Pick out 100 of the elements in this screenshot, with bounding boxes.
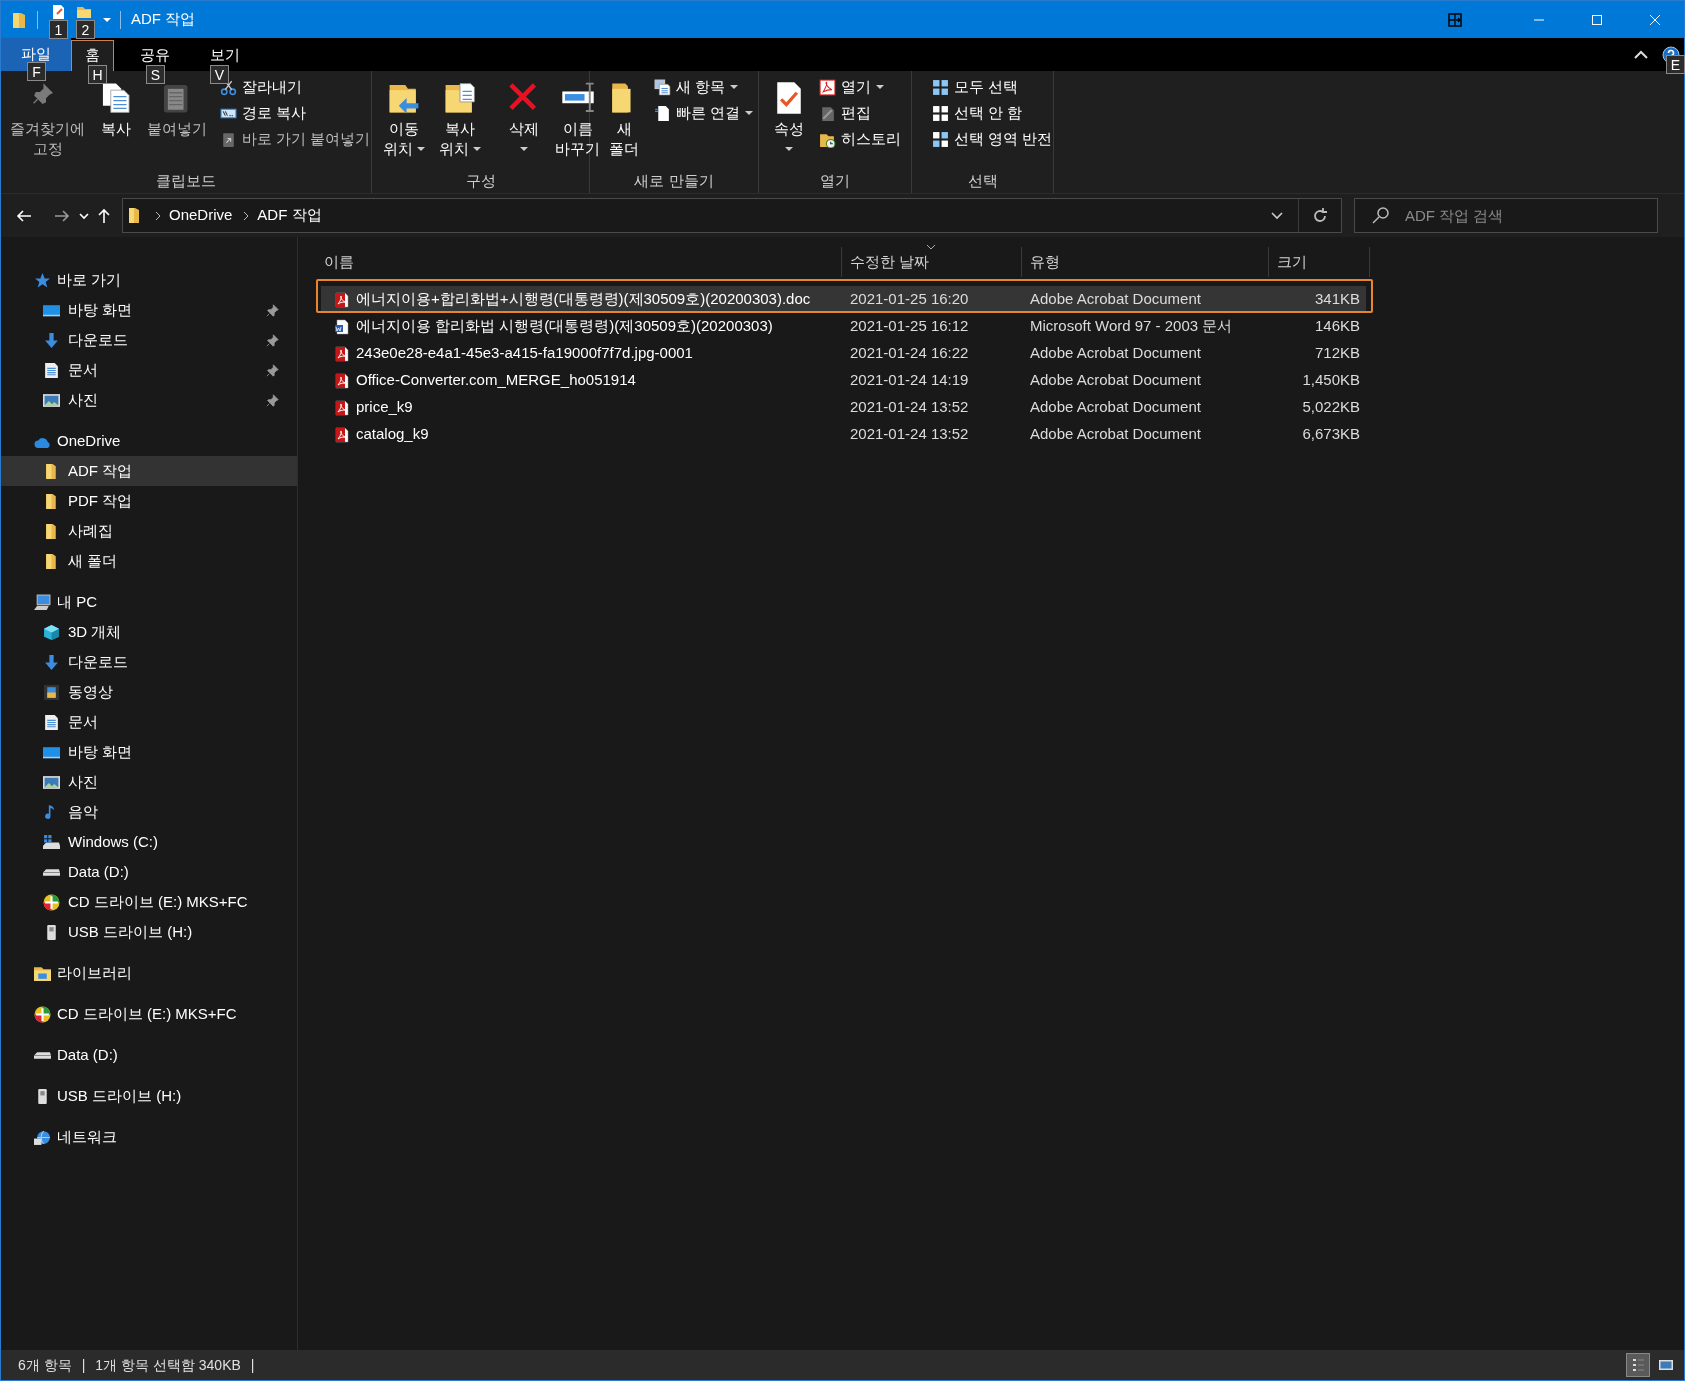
- breadcrumb-item[interactable]: OneDrive: [169, 204, 233, 227]
- library-folder-icon: [34, 964, 51, 982]
- file-row[interactable]: price_k9 2021-01-24 13:52 Adobe Acrobat Document 5,022KB: [321, 394, 1366, 421]
- invert-selection-icon: [932, 130, 949, 148]
- file-row[interactable]: 243e0e28-e4a1-45e3-a415-fa19000f7f7d.jpg-0001 2021-01-24 16:22 Adobe Acrobat Document 712KB: [321, 340, 1366, 367]
- ribbon-button[interactable]: 선택 안 함: [932, 100, 1053, 126]
- nav-item[interactable]: 음악: [1, 797, 297, 827]
- caret-icon: [745, 110, 754, 116]
- details-view-icon: [1630, 1357, 1646, 1373]
- ribbon-button[interactable]: 경로 복사: [220, 100, 371, 126]
- file-row[interactable]: catalog_k9 2021-01-24 13:52 Adobe Acrobat Document 6,673KB: [321, 421, 1366, 448]
- ribbon-button[interactable]: 삭제: [502, 71, 546, 159]
- select-all-icon: [932, 78, 949, 96]
- refresh-icon[interactable]: [1311, 206, 1329, 225]
- status-text: 1개 항목 선택함 340KB: [95, 1355, 241, 1375]
- file-date: 2021-01-24 13:52: [849, 424, 970, 445]
- nav-item[interactable]: 사진: [1, 385, 297, 415]
- page-icon: [654, 104, 671, 122]
- keytip-tooltip: 2: [76, 20, 95, 39]
- ribbon-button[interactable]: 모두 선택: [932, 74, 1053, 100]
- column-header[interactable]: 크기: [1269, 247, 1370, 277]
- column-header[interactable]: 수정한 날짜: [842, 247, 1022, 277]
- ribbon-button[interactable]: 속성: [767, 71, 811, 159]
- shortcut-paste-icon: [220, 130, 237, 148]
- column-header[interactable]: 이름: [316, 247, 842, 277]
- nav-item[interactable]: 다운로드: [1, 647, 297, 677]
- snap-layout-icon[interactable]: [1448, 12, 1462, 27]
- film-icon: [43, 683, 60, 701]
- file-row[interactable]: 에너지이용+합리화법+시행령(대통령령)(제30509호)(20200303).doc 2021-01-25 16:20 Adobe Acrobat Document 341KB: [321, 286, 1366, 313]
- file-size: 146KB: [1313, 316, 1360, 337]
- nav-item[interactable]: 바탕 화면: [1, 295, 297, 325]
- image-icon: [43, 391, 60, 409]
- nav-item[interactable]: 바탕 화면: [1, 737, 297, 767]
- nav-item[interactable]: PDF 작업: [1, 486, 297, 516]
- file-name: 에너지이용+합리화법+시행령(대통령령)(제30509호)(20200303).doc: [356, 289, 811, 310]
- keytip-tooltip: V: [210, 65, 229, 84]
- properties-icon[interactable]: [50, 4, 66, 20]
- rename-icon: [560, 81, 595, 115]
- nav-item[interactable]: Data (D:): [1, 1040, 297, 1070]
- address-field[interactable]: OneDrive ADF 작업: [122, 198, 1342, 233]
- nav-item[interactable]: ADF 작업: [1, 456, 297, 486]
- nav-item[interactable]: 사례집: [1, 516, 297, 546]
- search-field[interactable]: ADF 작업 검색: [1354, 198, 1658, 233]
- nav-item[interactable]: CD 드라이브 (E:) MKS+FC: [1, 887, 297, 917]
- ribbon-button[interactable]: 새 항목: [654, 74, 754, 100]
- nav-item[interactable]: 문서: [1, 707, 297, 737]
- collapse-ribbon-icon[interactable]: [1634, 49, 1648, 60]
- address-history-caret-icon[interactable]: [1270, 210, 1284, 221]
- ribbon-button[interactable]: 열기: [819, 74, 901, 100]
- breadcrumb-chevron-icon: [242, 210, 251, 221]
- ribbon-button[interactable]: 선택 영역 반전: [932, 126, 1053, 152]
- keytip-tooltip: F: [27, 62, 46, 81]
- nav-item[interactable]: 사진: [1, 767, 297, 797]
- nav-item[interactable]: 내 PC: [1, 587, 297, 617]
- up-arrow-icon[interactable]: [96, 207, 112, 224]
- file-size: 6,673KB: [1301, 424, 1360, 445]
- group-label: 선택: [966, 170, 999, 191]
- file-size: 1,450KB: [1301, 370, 1360, 391]
- file-type: Adobe Acrobat Document: [1029, 424, 1202, 445]
- column-header[interactable]: 유형: [1022, 247, 1269, 277]
- nav-item[interactable]: USB 드라이브 (H:): [1, 1081, 297, 1111]
- nav-item[interactable]: Windows (C:): [1, 827, 297, 857]
- caret-icon: [730, 84, 739, 90]
- pencil-page-icon: [819, 104, 836, 122]
- nav-item[interactable]: 바로 가기: [1, 265, 297, 295]
- ribbon-tab[interactable]: 홈: [71, 40, 114, 71]
- ribbon-button[interactable]: 이동 위치: [378, 71, 430, 159]
- view-button[interactable]: [1626, 1353, 1650, 1377]
- keytip-tooltip: H: [88, 65, 107, 84]
- pdf-file-icon: [334, 345, 350, 362]
- breadcrumb-item[interactable]: ADF 작업: [257, 204, 322, 227]
- file-name: price_k9: [356, 397, 413, 418]
- nav-item[interactable]: 동영상: [1, 677, 297, 707]
- nav-item[interactable]: USB 드라이브 (H:): [1, 917, 297, 947]
- ribbon-button[interactable]: 빠른 연결: [654, 100, 754, 126]
- nav-item[interactable]: 다운로드: [1, 325, 297, 355]
- keytip-tooltip: E: [1666, 55, 1685, 74]
- ribbon-button[interactable]: 편집: [819, 100, 901, 126]
- ribbon-button[interactable]: 새 폴더: [602, 71, 646, 159]
- ribbon-button[interactable]: 복사 위치: [434, 71, 486, 159]
- breadcrumb-chevron-icon: [154, 210, 162, 221]
- drive-icon: [43, 868, 60, 876]
- file-row[interactable]: 에너지이용 합리화법 시행령(대통령령)(제30509호)(20200303) 2021-01-25 16:12 Microsoft Word 97 - 2003 문서 146KB: [321, 313, 1366, 340]
- ribbon-button[interactable]: 이름 바꾸기: [550, 71, 605, 159]
- back-arrow-icon[interactable]: [16, 207, 32, 224]
- nav-item[interactable]: 문서: [1, 355, 297, 385]
- nav-item[interactable]: OneDrive: [1, 426, 297, 456]
- nav-item[interactable]: CD 드라이브 (E:) MKS+FC: [1, 999, 297, 1029]
- pdf-file-icon: [334, 291, 350, 308]
- forward-arrow-icon[interactable]: [54, 207, 70, 224]
- nav-item[interactable]: 3D 개체: [1, 617, 297, 647]
- ribbon-button[interactable]: 히스토리: [819, 126, 901, 152]
- new-folder-icon[interactable]: [76, 4, 92, 20]
- file-row[interactable]: Office-Converter.com_MERGE_ho051914 2021-01-24 14:19 Adobe Acrobat Document 1,450KB: [321, 367, 1366, 394]
- nav-item[interactable]: 네트워크: [1, 1122, 297, 1152]
- nav-item[interactable]: Data (D:): [1, 857, 297, 887]
- new-item-icon: [654, 78, 671, 96]
- nav-item[interactable]: 라이브러리: [1, 958, 297, 988]
- nav-item[interactable]: 새 폴더: [1, 546, 297, 576]
- download-arrow-icon: [43, 653, 60, 671]
